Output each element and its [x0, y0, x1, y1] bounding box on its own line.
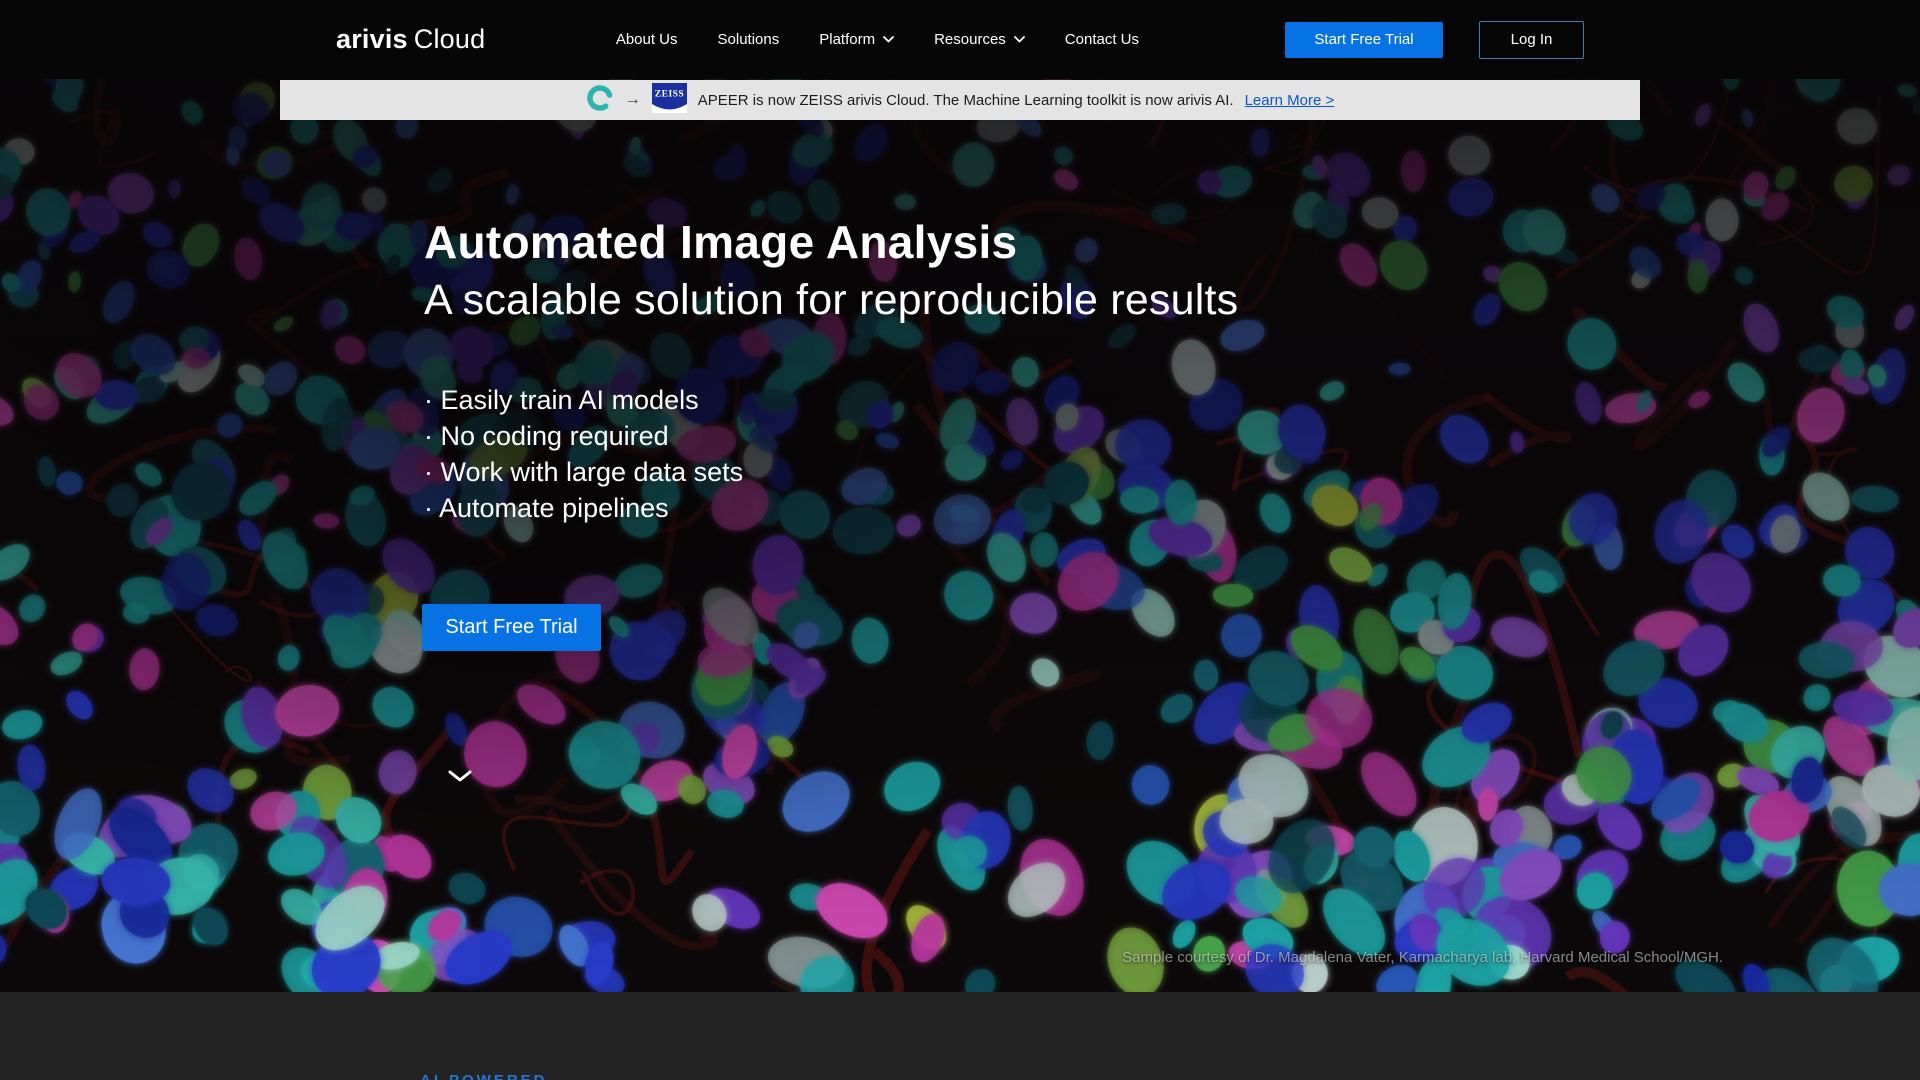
announcement-banner: → ZEISS APEER is now ZEISS arivis Cloud.… [280, 80, 1640, 120]
hero-section: → ZEISS APEER is now ZEISS arivis Cloud.… [0, 79, 1920, 992]
scroll-down-chevron-icon[interactable] [442, 763, 478, 793]
hero-subtitle: A scalable solution for reproducible res… [424, 276, 1238, 325]
learn-more-link[interactable]: Learn More > [1245, 92, 1335, 109]
feature-item: · Automate pipelines [424, 490, 743, 526]
brand-logo-light: Cloud [414, 24, 486, 54]
nav-item-label: About Us [616, 31, 678, 48]
hero-start-free-trial-button[interactable]: Start Free Trial [422, 604, 601, 651]
nav-item-label: Platform [819, 31, 875, 48]
start-free-trial-button[interactable]: Start Free Trial [1285, 22, 1443, 58]
chevron-down-icon [883, 36, 894, 43]
banner-text: APEER is now ZEISS arivis Cloud. The Mac… [698, 92, 1234, 109]
nav-item-solutions[interactable]: Solutions [718, 31, 780, 48]
nav-actions: Start Free Trial Log In [1285, 21, 1584, 59]
brand-logo[interactable]: arivisCloud [336, 24, 485, 55]
image-credit: Sample courtesy of Dr. Magdalena Vater, … [1122, 949, 1723, 966]
zeiss-logo-icon: ZEISS [652, 83, 687, 118]
feature-item: · No coding required [424, 418, 743, 454]
nav-item-platform[interactable]: Platform [819, 31, 894, 48]
svg-text:ZEISS: ZEISS [655, 89, 684, 99]
login-button[interactable]: Log In [1479, 21, 1584, 59]
arrow-right-icon: → [625, 92, 641, 108]
top-nav: arivisCloud About Us Solutions Platform Res… [0, 0, 1920, 79]
feature-item: · Work with large data sets [424, 454, 743, 490]
feature-list: · Easily train AI models· No coding requ… [424, 382, 743, 526]
hero-title: Automated Image Analysis [424, 215, 1017, 269]
brand-logo-bold: arivis [336, 24, 408, 54]
nav-item-label: Resources [934, 31, 1006, 48]
feature-item: · Easily train AI models [424, 382, 743, 418]
chevron-down-icon [1014, 36, 1025, 43]
nav-item-about-us[interactable]: About Us [616, 31, 678, 48]
main-menu: About Us Solutions Platform Resources Contac… [616, 31, 1139, 48]
nav-item-contact-us[interactable]: Contact Us [1065, 31, 1139, 48]
nav-item-label: Contact Us [1065, 31, 1139, 48]
apeer-logo-icon [586, 84, 614, 117]
below-fold-section: AI-POWERED [0, 992, 1920, 1080]
nav-item-resources[interactable]: Resources [934, 31, 1025, 48]
ai-powered-eyebrow: AI-POWERED [420, 1072, 548, 1080]
nav-item-label: Solutions [718, 31, 780, 48]
